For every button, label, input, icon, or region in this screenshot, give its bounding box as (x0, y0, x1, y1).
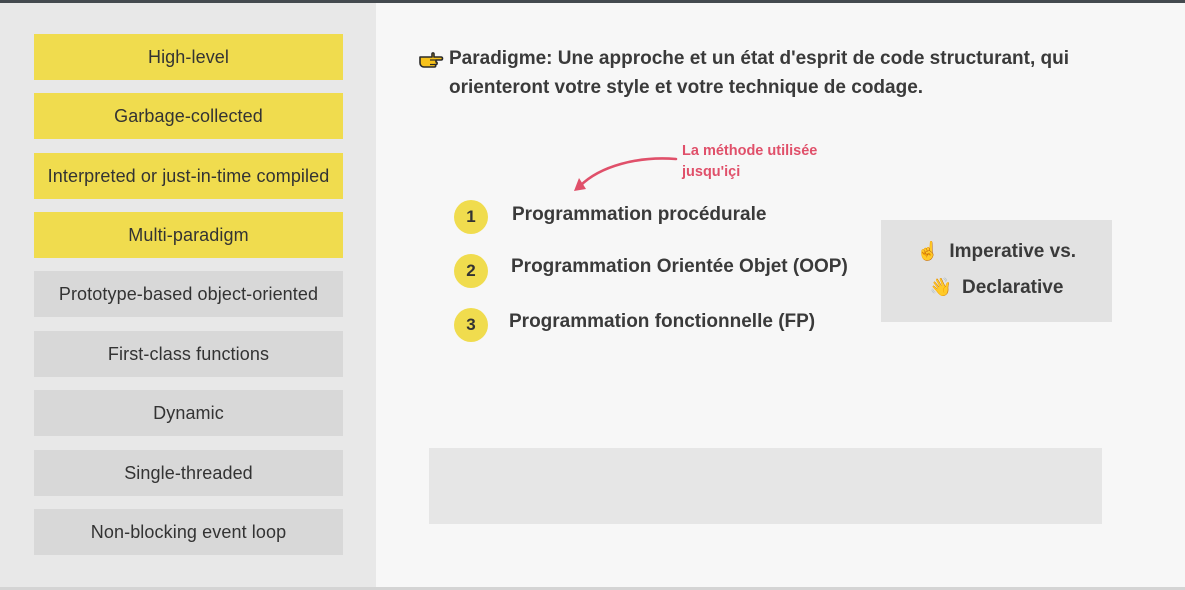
number-badge: 1 (454, 200, 488, 234)
feature-pill-high-level: High-level (34, 34, 343, 80)
annotation-line-1: La méthode utilisée (682, 143, 818, 159)
paradigm-item-procedural: 1 Programmation procédurale (454, 200, 766, 234)
feature-pill-interpreted: Interpreted or just-in-time compiled (34, 153, 343, 199)
sidebar: High-level Garbage-collected Interpreted… (0, 3, 376, 588)
paradigm-definition: Paradigme: Une approche et un état d'esp… (418, 44, 1098, 102)
paradigm-item-oop: 2 Programmation Orientée Objet (OOP) (454, 254, 848, 288)
declarative-line: 👋 Declarative (881, 277, 1112, 299)
imperative-label: Imperative vs. (949, 241, 1077, 262)
feature-pill-dynamic: Dynamic (34, 390, 343, 436)
feature-pill-first-class-functions: First-class functions (34, 331, 343, 377)
annotation-arrow-icon (574, 157, 678, 191)
pointing-up-emoji-icon: ☝️ (916, 241, 940, 261)
paradigm-label: Programmation fonctionnelle (FP) (509, 311, 816, 332)
placeholder-box (429, 448, 1102, 524)
number-badge: 3 (454, 308, 488, 342)
feature-pill-multi-paradigm: Multi-paradigm (34, 212, 343, 258)
waving-hand-emoji-icon: 👋 (929, 277, 952, 297)
number-badge: 2 (454, 254, 488, 288)
feature-pill-non-blocking: Non-blocking event loop (34, 509, 343, 555)
paradigm-label: Programmation procédurale (512, 204, 767, 225)
annotation-line-2: jusqu'içi (682, 164, 741, 180)
imperative-line: ☝️ Imperative vs. (881, 241, 1112, 263)
feature-pill-single-threaded: Single-threaded (34, 450, 343, 496)
paradigm-text: Paradigme: Une approche et un état d'esp… (449, 48, 1070, 98)
annotation-label: La méthode utilisée jusqu'içi (682, 141, 817, 183)
feature-pill-garbage-collected: Garbage-collected (34, 93, 343, 139)
paradigm-item-fp: 3 Programmation fonctionnelle (FP) (454, 308, 815, 342)
pointing-hand-icon (419, 52, 444, 68)
paradigm-label: Programmation Orientée Objet (OOP) (511, 256, 848, 277)
declarative-label: Declarative (962, 277, 1064, 298)
feature-pill-prototype-based: Prototype-based object-oriented (34, 271, 343, 317)
imperative-declarative-box: ☝️ Imperative vs. 👋 Declarative (881, 220, 1112, 322)
